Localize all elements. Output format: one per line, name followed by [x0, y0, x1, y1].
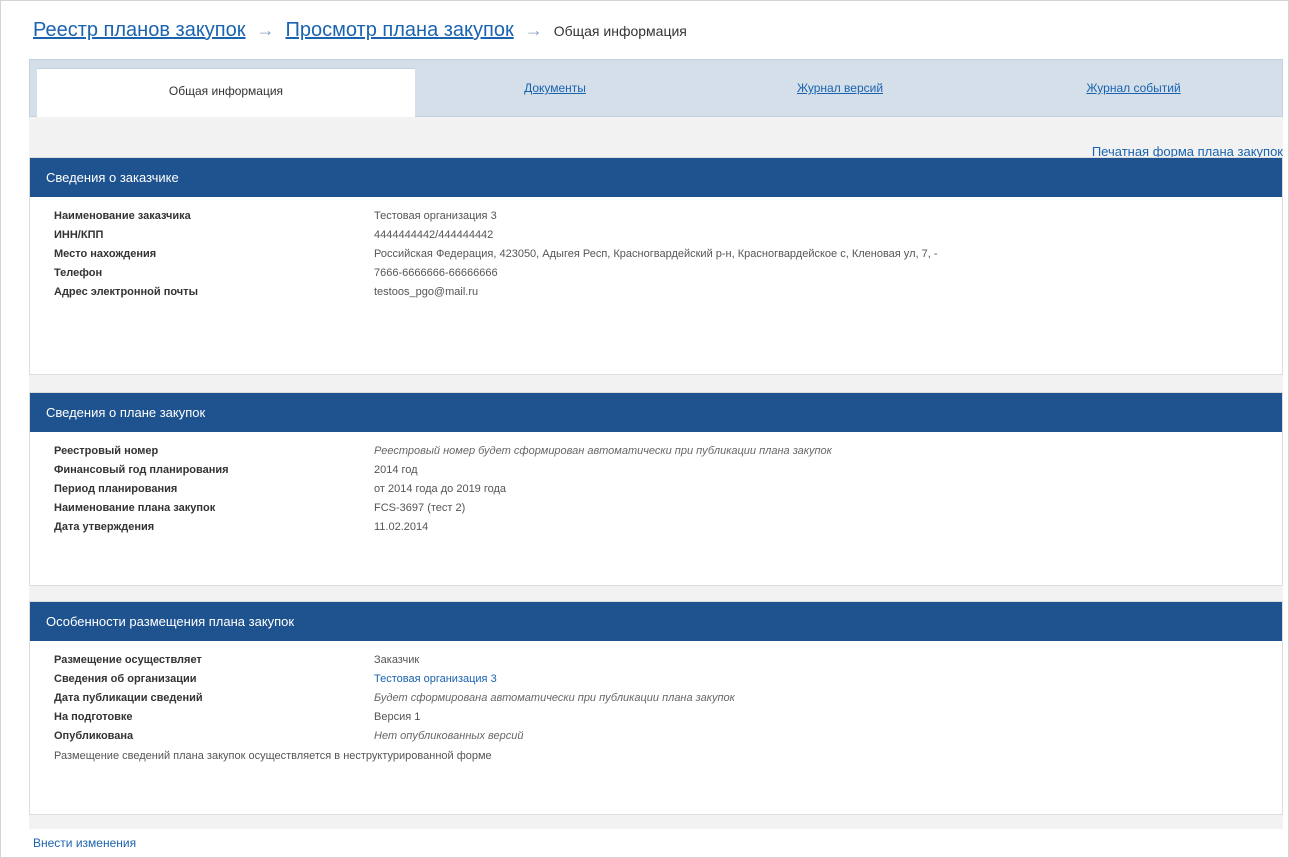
field-value: Версия 1 [374, 711, 421, 723]
arrow-right-icon: → [524, 20, 543, 40]
tab-events-label[interactable]: Журнал событий [1086, 81, 1180, 95]
field-label: Опубликована [54, 730, 134, 742]
tab-bar: Общая информация Документы Журнал версий… [29, 59, 1283, 118]
page-frame: Реестр планов закупок → Просмотр плана з… [0, 0, 1289, 858]
tab-documents[interactable]: Документы [415, 60, 695, 116]
field-value: 4444444442/444444442 [374, 229, 494, 241]
field-label: Реестровый номер [54, 445, 159, 457]
info-row: Реестровый номер Реестровый номер будет … [30, 442, 1282, 461]
field-value: Заказчик [374, 654, 420, 666]
info-row: Период планирования от 2014 года до 2019… [30, 480, 1282, 499]
tab-versions-label[interactable]: Журнал версий [797, 81, 883, 95]
info-row: Телефон 7666-6666666-66666666 [30, 264, 1282, 283]
field-value: testoos_pgo@mail.ru [374, 286, 479, 298]
info-row: Дата публикации сведений Будет сформиров… [30, 689, 1282, 708]
tab-events[interactable]: Журнал событий [985, 60, 1282, 116]
info-row: Место нахождения Российская Федерация, 4… [30, 245, 1282, 264]
field-value: от 2014 года до 2019 года [374, 483, 507, 495]
tab-general[interactable]: Общая информация [37, 68, 415, 118]
field-label: Наименование заказчика [54, 210, 191, 222]
breadcrumb-link-registry[interactable]: Реестр планов закупок [33, 19, 246, 42]
placement-section-title: Особенности размещения плана закупок [30, 602, 1282, 641]
placement-section: Особенности размещения плана закупок Раз… [29, 601, 1283, 815]
field-label: Размещение осуществляет [54, 654, 202, 666]
info-row: ИНН/КПП 4444444442/444444442 [30, 226, 1282, 245]
field-value: Российская Федерация, 423050, Адыгея Рес… [374, 248, 938, 260]
field-label: Период планирования [54, 483, 178, 495]
info-row: Финансовый год планирования 2014 год [30, 461, 1282, 480]
field-label: ИНН/КПП [54, 229, 104, 241]
make-changes-link[interactable]: Внести изменения [33, 836, 136, 850]
field-value: Реестровый номер будет сформирован автом… [374, 445, 832, 457]
field-label: Наименование плана закупок [54, 502, 216, 514]
field-value: 11.02.2014 [374, 521, 429, 533]
info-row: Адрес электронной почты testoos_pgo@mail… [30, 283, 1282, 302]
info-row: Размещение осуществляет Заказчик [30, 651, 1282, 670]
field-label: На подготовке [54, 711, 133, 723]
field-label: Место нахождения [54, 248, 157, 260]
placement-note: Размещение сведений плана закупок осущес… [54, 750, 492, 762]
info-row: Дата утверждения 11.02.2014 [30, 518, 1282, 537]
field-value: 7666-6666666-66666666 [374, 267, 498, 279]
tab-versions[interactable]: Журнал версий [695, 60, 985, 116]
field-value: Нет опубликованных версий [374, 730, 524, 742]
breadcrumb-current: Общая информация [553, 23, 687, 39]
breadcrumb: Реестр планов закупок → Просмотр плана з… [33, 19, 687, 47]
field-label: Финансовый год планирования [54, 464, 229, 476]
tab-content: Печатная форма плана закупок Сведения о … [29, 117, 1283, 829]
plan-section: Сведения о плане закупок Реестровый номе… [29, 392, 1283, 586]
field-label: Сведения об организации [54, 673, 197, 685]
field-label: Телефон [54, 267, 103, 279]
info-row: Сведения об организации Тестовая организ… [30, 670, 1282, 689]
field-value: Тестовая организация 3 [374, 210, 497, 222]
breadcrumb-link-view-plan[interactable]: Просмотр плана закупок [286, 19, 514, 42]
info-row: На подготовке Версия 1 [30, 708, 1282, 727]
customer-section-title: Сведения о заказчике [30, 158, 1282, 197]
info-row: Наименование плана закупок FCS-3697 (тес… [30, 499, 1282, 518]
field-label: Дата публикации сведений [54, 692, 203, 704]
field-value: FCS-3697 (тест 2) [374, 502, 466, 514]
info-row: Опубликована Нет опубликованных версий [30, 727, 1282, 746]
field-value: 2014 год [374, 464, 418, 476]
organization-link[interactable]: Тестовая организация 3 [374, 670, 497, 689]
tab-documents-label[interactable]: Документы [524, 81, 586, 95]
arrow-right-icon: → [256, 20, 275, 40]
customer-section: Сведения о заказчике Наименование заказч… [29, 157, 1283, 375]
info-row: Наименование заказчика Тестовая организа… [30, 207, 1282, 226]
field-label: Дата утверждения [54, 521, 155, 533]
field-value: Будет сформирована автоматически при пуб… [374, 692, 735, 704]
plan-section-title: Сведения о плане закупок [30, 393, 1282, 432]
field-label: Адрес электронной почты [54, 286, 198, 298]
